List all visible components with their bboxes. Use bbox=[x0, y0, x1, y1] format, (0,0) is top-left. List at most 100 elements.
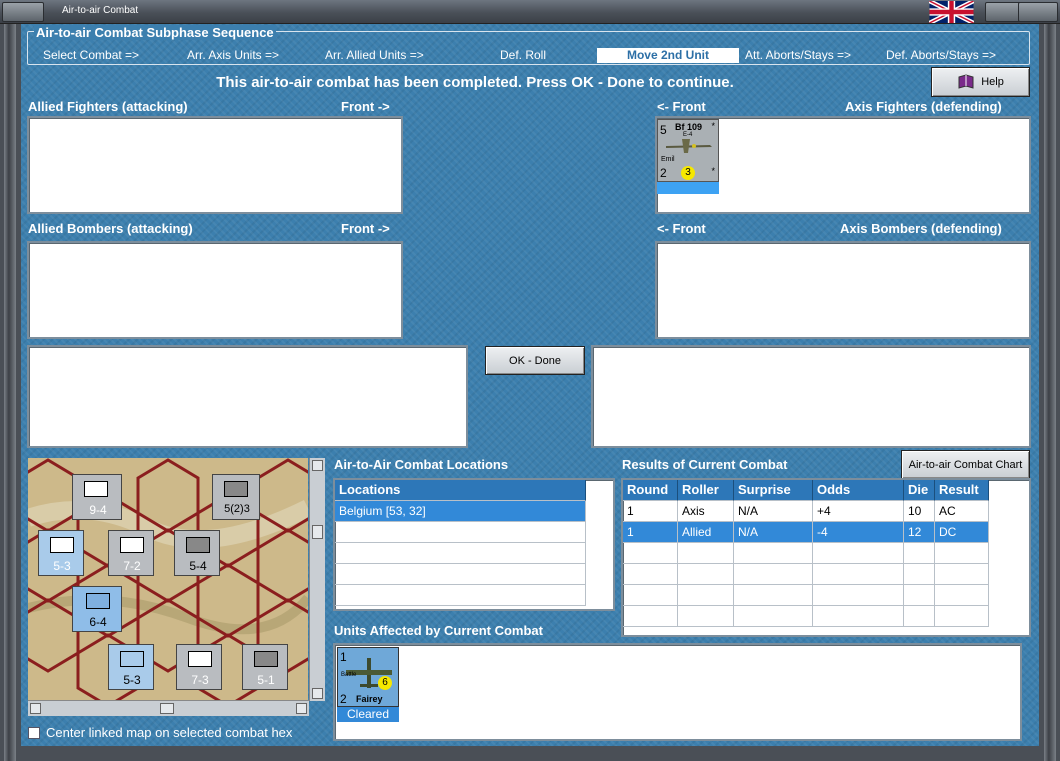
help-button[interactable]: Help bbox=[931, 67, 1030, 97]
sequence-legend: Air-to-air Combat Subphase Sequence bbox=[34, 25, 276, 40]
cell-round: 1 bbox=[623, 522, 678, 543]
map-counter[interactable]: 9-4 bbox=[72, 474, 122, 520]
allied-bombers-title: Allied Bombers (attacking) bbox=[28, 221, 193, 236]
center-map-checkbox[interactable] bbox=[28, 727, 40, 739]
affected-title: Units Affected by Current Combat bbox=[334, 623, 543, 638]
scroll-thumb[interactable] bbox=[160, 703, 174, 714]
armor-symbol-icon bbox=[224, 481, 248, 497]
results-row[interactable]: 1 Axis N/A +4 10 AC bbox=[623, 501, 989, 522]
scroll-right-icon[interactable] bbox=[296, 703, 307, 714]
map-counter[interactable]: 7-2 bbox=[108, 530, 154, 576]
infantry-symbol-icon bbox=[254, 651, 278, 667]
map-counter-strength: 7-2 bbox=[123, 559, 141, 573]
step-def-roll: Def. Roll bbox=[500, 48, 547, 62]
scroll-up-icon[interactable] bbox=[312, 460, 323, 471]
map-horizontal-scrollbar[interactable] bbox=[28, 700, 309, 716]
cell-surprise: N/A bbox=[734, 501, 813, 522]
infantry-symbol-icon bbox=[50, 537, 74, 553]
step-att-aborts: Att. Aborts/Stays => bbox=[745, 48, 852, 62]
cell-odds: +4 bbox=[813, 501, 904, 522]
header-surprise: Surprise bbox=[734, 480, 813, 501]
affected-type: Battle bbox=[341, 672, 357, 678]
cell-roller: Allied bbox=[678, 522, 734, 543]
map-counter-strength: 5-4 bbox=[189, 559, 207, 573]
affected-circle: 6 bbox=[378, 676, 392, 690]
counter-status-bar bbox=[657, 182, 719, 194]
affected-bottom-left: 2 bbox=[340, 692, 347, 706]
header-odds: Odds bbox=[813, 480, 904, 501]
map-counter-strength: 5-3 bbox=[53, 559, 71, 573]
window-menu-button[interactable] bbox=[2, 2, 44, 22]
axis-fighters-title: Axis Fighters (defending) bbox=[845, 99, 1002, 114]
results-title: Results of Current Combat bbox=[622, 457, 788, 472]
map-counter[interactable]: 5-1 bbox=[242, 644, 288, 690]
counter-star-bottom: * bbox=[711, 166, 715, 176]
allied-fighters-box[interactable] bbox=[27, 116, 403, 214]
cell-result: AC bbox=[935, 501, 989, 522]
book-icon bbox=[958, 74, 974, 89]
counter-top-left: 5 bbox=[660, 123, 667, 137]
status-message: This air-to-air combat has been complete… bbox=[216, 74, 734, 91]
counter-name: Bf 109 bbox=[675, 122, 703, 132]
map-counter-strength: 9-4 bbox=[89, 503, 107, 517]
location-cell: Belgium [53, 32] bbox=[335, 501, 586, 522]
scroll-thumb[interactable] bbox=[312, 525, 323, 539]
map-counter-strength: 5(2)3 bbox=[224, 503, 250, 515]
axis-bombers-box[interactable] bbox=[655, 241, 1031, 339]
map-counter[interactable]: 5(2)3 bbox=[212, 474, 260, 520]
center-map-label: Center linked map on selected combat hex bbox=[46, 725, 293, 740]
results-row[interactable]: 1 Allied N/A -4 12 DC bbox=[623, 522, 989, 543]
step-select-combat: Select Combat => bbox=[43, 48, 140, 62]
cell-round: 1 bbox=[623, 501, 678, 522]
uk-flag-icon bbox=[929, 1, 974, 23]
title-bar: Air-to-air Combat bbox=[0, 0, 1060, 24]
counter-star: * bbox=[711, 121, 715, 131]
linked-map[interactable]: 9-4 5(2)3 7-2 5-4 5-3 6-4 5-3 7-3 5-1 bbox=[28, 458, 308, 701]
infantry-symbol-icon bbox=[86, 593, 110, 609]
affected-unit-name: Fairey bbox=[356, 694, 383, 704]
locations-title: Air-to-Air Combat Locations bbox=[334, 457, 509, 472]
location-row[interactable]: Belgium [53, 32] bbox=[335, 501, 586, 522]
map-counter[interactable]: 5-3 bbox=[38, 530, 84, 576]
allied-bombers-front: Front -> bbox=[341, 221, 390, 236]
locations-header-cell: Locations bbox=[335, 480, 586, 501]
allied-results-box bbox=[27, 345, 468, 448]
ok-done-button[interactable]: OK - Done bbox=[485, 346, 585, 375]
close-button[interactable] bbox=[1018, 2, 1058, 22]
mountain-symbol-icon bbox=[120, 537, 144, 553]
step-arr-allied: Arr. Allied Units => bbox=[325, 48, 424, 62]
allied-fighters-title: Allied Fighters (attacking) bbox=[28, 99, 188, 114]
map-counter[interactable]: 7-3 bbox=[176, 644, 222, 690]
header-die: Die bbox=[904, 480, 935, 501]
infantry-symbol-icon bbox=[188, 651, 212, 667]
results-header: Round Roller Surprise Odds Die Result bbox=[623, 480, 989, 501]
step-arr-axis: Arr. Axis Units => bbox=[187, 48, 280, 62]
map-counter-strength: 6-4 bbox=[89, 615, 107, 629]
header-result: Result bbox=[935, 480, 989, 501]
axis-bombers-front: <- Front bbox=[657, 221, 706, 236]
air-combat-chart-button[interactable]: Air-to-air Combat Chart bbox=[901, 450, 1030, 479]
counter-bottom-left: 2 bbox=[660, 166, 667, 180]
infantry-symbol-icon bbox=[84, 481, 108, 497]
map-counter-strength: 5-1 bbox=[257, 673, 275, 687]
cell-die: 12 bbox=[904, 522, 935, 543]
allied-fighters-front: Front -> bbox=[341, 99, 390, 114]
infantry-symbol-icon bbox=[186, 537, 210, 553]
counter-circle: 3 bbox=[681, 166, 695, 180]
status-badge: Cleared bbox=[337, 707, 399, 722]
step-def-aborts: Def. Aborts/Stays => bbox=[886, 48, 997, 62]
scroll-down-icon[interactable] bbox=[312, 688, 323, 699]
header-round: Round bbox=[623, 480, 678, 501]
map-counter[interactable]: 6-4 bbox=[72, 586, 122, 632]
scroll-left-icon[interactable] bbox=[30, 703, 41, 714]
locations-header: Locations bbox=[335, 480, 586, 501]
header-roller: Roller bbox=[678, 480, 734, 501]
axis-bombers-title: Axis Bombers (defending) bbox=[840, 221, 1002, 236]
bf109-counter[interactable]: 5 Bf 109 E-4 * Emil 2 3 * bbox=[657, 119, 719, 182]
map-vertical-scrollbar[interactable] bbox=[309, 458, 325, 701]
map-counter[interactable]: 5-3 bbox=[108, 644, 154, 690]
allied-bombers-box[interactable] bbox=[27, 241, 403, 339]
infantry-symbol-icon bbox=[120, 651, 144, 667]
map-counter[interactable]: 5-4 bbox=[174, 530, 220, 576]
fairey-battle-counter[interactable]: 1 Battle 2 6 Fairey bbox=[337, 647, 399, 707]
